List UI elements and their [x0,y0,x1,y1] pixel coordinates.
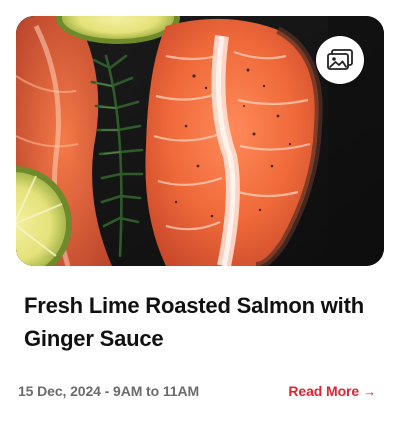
recipe-card[interactable]: Fresh Lime Roasted Salmon with Ginger Sa… [0,0,400,434]
gallery-icon [327,49,353,70]
meta-row: 15 Dec, 2024 - 9AM to 11AM Read More → [18,381,382,401]
read-more-link[interactable]: Read More → [288,383,376,399]
gallery-button[interactable] [316,36,364,84]
event-date-time: 15 Dec, 2024 - 9AM to 11AM [18,383,200,399]
recipe-title: Fresh Lime Roasted Salmon with Ginger Sa… [24,293,364,351]
read-more-label: Read More [288,383,360,399]
arrow-right-icon: → [363,383,376,399]
